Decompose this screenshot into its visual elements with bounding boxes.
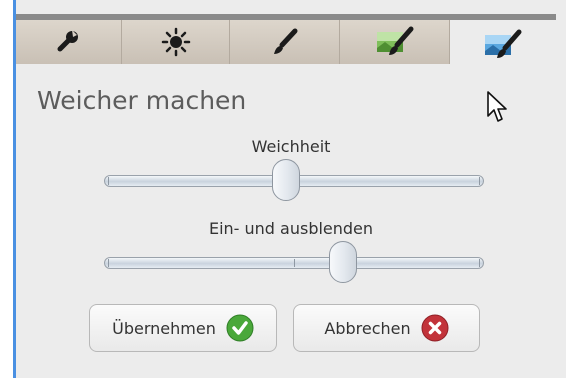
- softness-tick-end: [479, 177, 480, 185]
- cross-icon: [421, 314, 449, 342]
- effect-panel: Weicher machen Weichheit Ein- und ausble…: [13, 0, 566, 378]
- softness-thumb[interactable]: [272, 159, 301, 201]
- wrench-icon: [57, 30, 78, 52]
- tool-tabs: [16, 14, 556, 70]
- softness-tick-start: [108, 177, 109, 185]
- checkmark-icon: [226, 314, 254, 342]
- section-title: Weicher machen: [37, 86, 247, 115]
- tab-tools[interactable]: [16, 20, 122, 64]
- cancel-button-label: Abbrechen: [324, 318, 411, 338]
- tab-brush[interactable]: [230, 20, 340, 64]
- tab-brightness[interactable]: [122, 20, 230, 64]
- blue-landscape-brush-icon: [485, 29, 522, 58]
- fade-tick-start: [108, 259, 109, 267]
- mouse-cursor-icon: [487, 91, 507, 122]
- apply-button-label: Übernehmen: [112, 318, 216, 338]
- brush-icon: [273, 28, 297, 54]
- cancel-button[interactable]: Abbrechen: [293, 304, 480, 352]
- tab-landscape-brush[interactable]: [340, 20, 450, 64]
- brightness-icon: [161, 27, 190, 57]
- softness-label: Weichheit: [251, 137, 331, 156]
- fade-thumb[interactable]: [329, 241, 358, 283]
- tab-landscape-brush-active[interactable]: [450, 20, 556, 70]
- apply-button[interactable]: Übernehmen: [89, 304, 277, 352]
- fade-slider[interactable]: [104, 241, 484, 283]
- landscape-brush-icon: [376, 26, 413, 55]
- softness-slider[interactable]: [104, 159, 484, 201]
- fade-label: Ein- und ausblenden: [208, 219, 374, 238]
- fade-tick-mid: [294, 259, 295, 267]
- fade-tick-end: [479, 259, 480, 267]
